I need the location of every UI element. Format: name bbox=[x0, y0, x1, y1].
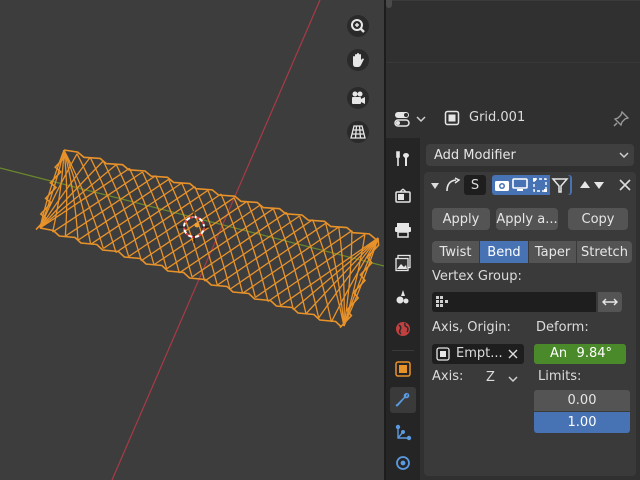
physics-icon[interactable] bbox=[390, 450, 416, 476]
move-up-icon[interactable] bbox=[578, 176, 592, 194]
modifier-name: S bbox=[470, 177, 480, 193]
collapse-arrow-icon[interactable] bbox=[430, 180, 440, 190]
world-icon[interactable] bbox=[390, 316, 416, 342]
copy-button[interactable]: Copy bbox=[568, 208, 628, 230]
axis-value: Z bbox=[486, 370, 495, 385]
bend-modifier-box: S Apply Apply a... Copy Twist Bend Taper… bbox=[424, 172, 636, 476]
axis-origin-label: Axis, Origin: bbox=[432, 320, 511, 335]
3d-viewport[interactable] bbox=[0, 0, 384, 480]
zoom-icon[interactable] bbox=[344, 12, 372, 40]
outliner-area[interactable] bbox=[386, 0, 640, 100]
axis-label: Axis: bbox=[432, 369, 464, 384]
3d-cursor bbox=[178, 211, 210, 243]
vertex-group-icon bbox=[436, 296, 448, 307]
origin-object-field[interactable]: Empt... bbox=[432, 344, 524, 364]
camera-icon[interactable] bbox=[494, 177, 510, 193]
deform-mode-selector: Twist Bend Taper Stretch bbox=[432, 241, 632, 263]
render-icon[interactable] bbox=[390, 183, 416, 209]
grid-view-icon[interactable] bbox=[344, 118, 372, 146]
object-data-icon bbox=[444, 109, 460, 127]
origin-dot bbox=[194, 222, 200, 228]
properties-editor-icon bbox=[394, 112, 410, 127]
mesh-edge bbox=[52, 149, 65, 233]
limit-min-field[interactable]: 0.00 bbox=[534, 390, 630, 411]
modifier-icon[interactable] bbox=[390, 387, 416, 413]
object-name: Grid.001 bbox=[469, 110, 526, 125]
mesh-edge bbox=[318, 237, 379, 319]
properties-tabs bbox=[386, 138, 420, 480]
apply-button[interactable]: Apply bbox=[432, 208, 490, 230]
twist-option[interactable]: Twist bbox=[432, 241, 479, 263]
editor-type-dropdown[interactable] bbox=[394, 108, 432, 130]
chevron-down-icon bbox=[416, 116, 426, 123]
clear-icon[interactable] bbox=[508, 349, 518, 359]
angle-field[interactable]: An 9.84° bbox=[534, 344, 626, 364]
mesh-edge bbox=[343, 234, 366, 327]
modifier-toggles bbox=[492, 175, 572, 195]
axis-dropdown[interactable]: Z bbox=[474, 368, 520, 388]
scene-icon[interactable] bbox=[390, 284, 416, 310]
limits-label: Limits: bbox=[538, 369, 582, 384]
add-modifier-dropdown[interactable]: Add Modifier bbox=[426, 144, 634, 166]
move-down-icon[interactable] bbox=[592, 176, 606, 194]
modifier-panel: Add Modifier S Apply Apply a... Copy Twi… bbox=[420, 138, 640, 480]
limit-max-field[interactable]: 1.00 bbox=[534, 412, 630, 433]
grid-mesh[interactable] bbox=[35, 149, 380, 329]
output-icon[interactable] bbox=[390, 217, 416, 243]
pin-icon[interactable] bbox=[612, 110, 630, 128]
view-layer-icon[interactable] bbox=[390, 250, 416, 276]
apply-as-button[interactable]: Apply a... bbox=[496, 208, 558, 230]
invert-vertex-group-icon[interactable] bbox=[598, 292, 622, 312]
chevron-down-icon bbox=[508, 376, 518, 383]
viewport-scene bbox=[0, 0, 384, 480]
tool-icon[interactable] bbox=[390, 146, 416, 172]
stretch-option[interactable]: Stretch bbox=[577, 241, 632, 263]
camera-icon[interactable] bbox=[344, 84, 372, 112]
simple-deform-icon bbox=[444, 176, 462, 194]
origin-object-name: Empt... bbox=[456, 346, 503, 361]
add-modifier-label: Add Modifier bbox=[434, 147, 516, 163]
angle-label: An bbox=[550, 346, 568, 361]
on-cage-icon[interactable] bbox=[550, 175, 570, 195]
mesh-edge bbox=[128, 193, 222, 258]
properties-header: Grid.001 bbox=[386, 100, 640, 138]
hand-pan-icon[interactable] bbox=[344, 46, 372, 74]
modifier-name-field[interactable]: S bbox=[464, 175, 486, 195]
mesh-outline bbox=[63, 149, 377, 240]
vertex-group-label: Vertex Group: bbox=[432, 269, 522, 284]
particles-icon[interactable] bbox=[390, 420, 416, 446]
properties-editor: Grid.001 Add Modifier S Apply Apply a...… bbox=[386, 100, 640, 480]
object-data-icon bbox=[436, 347, 450, 361]
angle-value: 9.84° bbox=[576, 346, 612, 361]
taper-option[interactable]: Taper bbox=[529, 241, 576, 263]
scroll-marker bbox=[386, 0, 392, 8]
edit-mode-icon[interactable] bbox=[532, 177, 548, 193]
chevron-down-icon bbox=[619, 152, 629, 159]
bend-option[interactable]: Bend bbox=[480, 241, 528, 263]
vertex-group-field[interactable] bbox=[432, 292, 596, 312]
close-icon[interactable] bbox=[618, 178, 632, 192]
object-icon[interactable] bbox=[390, 356, 416, 382]
display-icon[interactable] bbox=[512, 177, 528, 193]
deform-label: Deform: bbox=[536, 320, 589, 335]
